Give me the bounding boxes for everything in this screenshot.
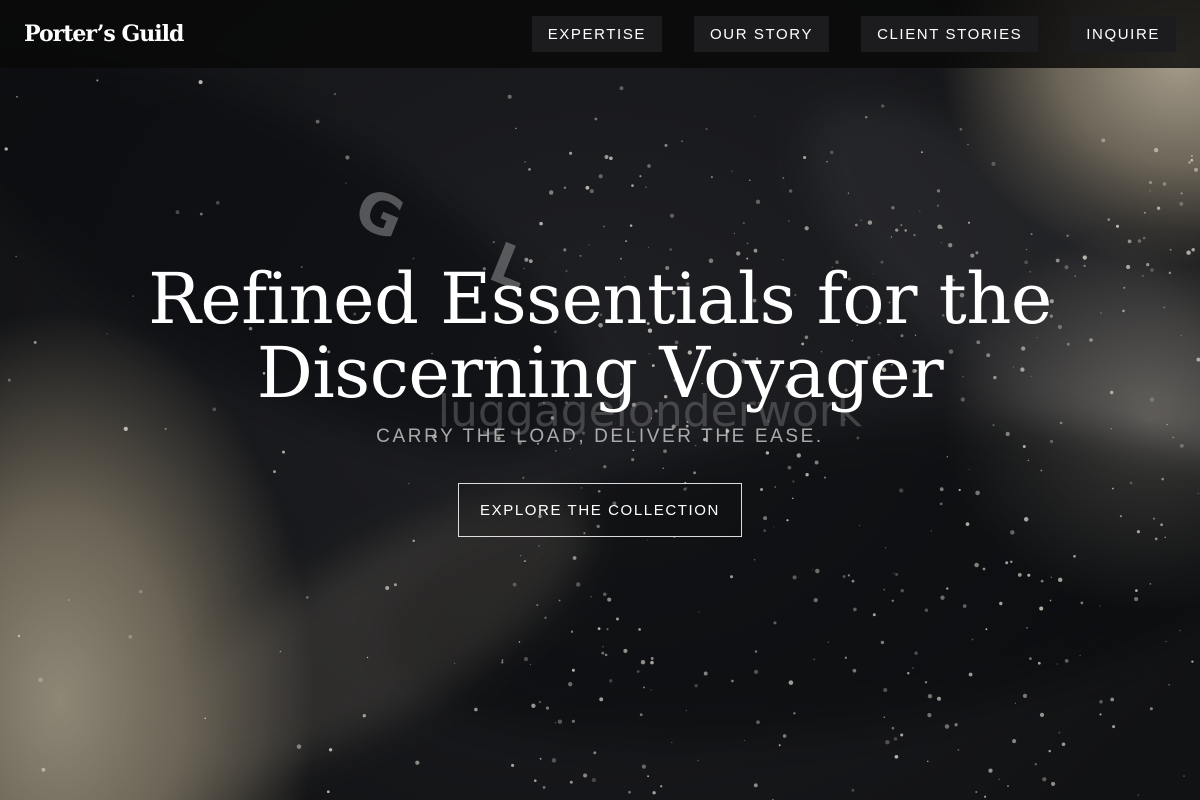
nav-item-expertise[interactable]: EXPERTISE: [531, 16, 663, 52]
hero-headline-line-1: Refined Essentials for the: [148, 258, 1052, 340]
hero-headline: Refined Essentials for the Discerning Vo…: [0, 262, 1200, 410]
hero-tagline: CARRY THE LOAD, DELIVER THE EASE.: [376, 426, 824, 447]
top-navigation-bar: Porter’s Guild EXPERTISE OUR STORY CLIEN…: [0, 0, 1200, 68]
nav-item-inquire[interactable]: INQUIRE: [1070, 16, 1176, 52]
nav-item-our-story[interactable]: OUR STORY: [694, 16, 830, 52]
hero-headline-line-2: Discerning Voyager: [256, 332, 944, 414]
nav-links: EXPERTISE OUR STORY CLIENT STORIES INQUI…: [531, 16, 1176, 52]
explore-collection-button[interactable]: EXPLORE THE COLLECTION: [458, 483, 742, 537]
site-logo[interactable]: Porter’s Guild: [24, 21, 184, 47]
nav-item-client-stories[interactable]: CLIENT STORIES: [861, 16, 1039, 52]
hero-section: G L luggagelonderwork Refined Essentials…: [0, 0, 1200, 800]
